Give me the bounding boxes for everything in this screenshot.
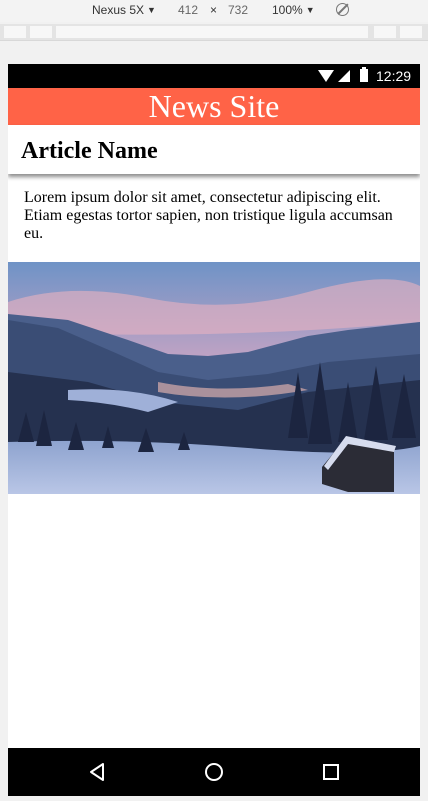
height-input[interactable]: 732 bbox=[228, 3, 248, 17]
article-image bbox=[8, 262, 420, 494]
ruler-segment[interactable] bbox=[56, 26, 368, 38]
signal-icon bbox=[338, 70, 350, 82]
zoom-select[interactable]: 100% ▼ bbox=[272, 3, 315, 17]
device-select[interactable]: Nexus 5X ▼ bbox=[92, 3, 156, 17]
zoom-value: 100% bbox=[272, 3, 303, 17]
android-nav-bar bbox=[8, 748, 420, 796]
recents-icon[interactable] bbox=[320, 761, 342, 783]
back-icon[interactable] bbox=[87, 761, 109, 783]
status-bar: 12:29 bbox=[8, 64, 420, 88]
chevron-down-icon: ▼ bbox=[305, 5, 315, 15]
dimension-separator: × bbox=[210, 3, 218, 17]
article-header: Article Name bbox=[8, 125, 420, 174]
media-query-ruler bbox=[0, 24, 428, 41]
device-name: Nexus 5X bbox=[92, 3, 145, 17]
article-title: Article Name bbox=[21, 138, 158, 164]
chevron-down-icon: ▼ bbox=[147, 5, 156, 15]
mountain-landscape-image bbox=[8, 262, 420, 494]
home-icon[interactable] bbox=[203, 761, 225, 783]
ruler-segment[interactable] bbox=[400, 26, 422, 38]
device-viewport: 12:29 News Site Article Name Lorem ipsum… bbox=[8, 64, 420, 796]
status-time: 12:29 bbox=[376, 68, 412, 84]
battery-icon bbox=[360, 67, 368, 82]
rotate-icon[interactable] bbox=[336, 3, 349, 16]
wifi-icon bbox=[318, 70, 334, 82]
article-body: Lorem ipsum dolor sit amet, consectetur … bbox=[24, 189, 393, 242]
ruler-segment[interactable] bbox=[30, 26, 52, 38]
devtools-device-toolbar: Nexus 5X ▼ 412 × 732 100% ▼ bbox=[0, 0, 428, 22]
width-input[interactable]: 412 bbox=[178, 3, 198, 17]
ruler-segment[interactable] bbox=[374, 26, 396, 38]
site-header: News Site bbox=[8, 88, 420, 125]
ruler-segment[interactable] bbox=[4, 26, 26, 38]
